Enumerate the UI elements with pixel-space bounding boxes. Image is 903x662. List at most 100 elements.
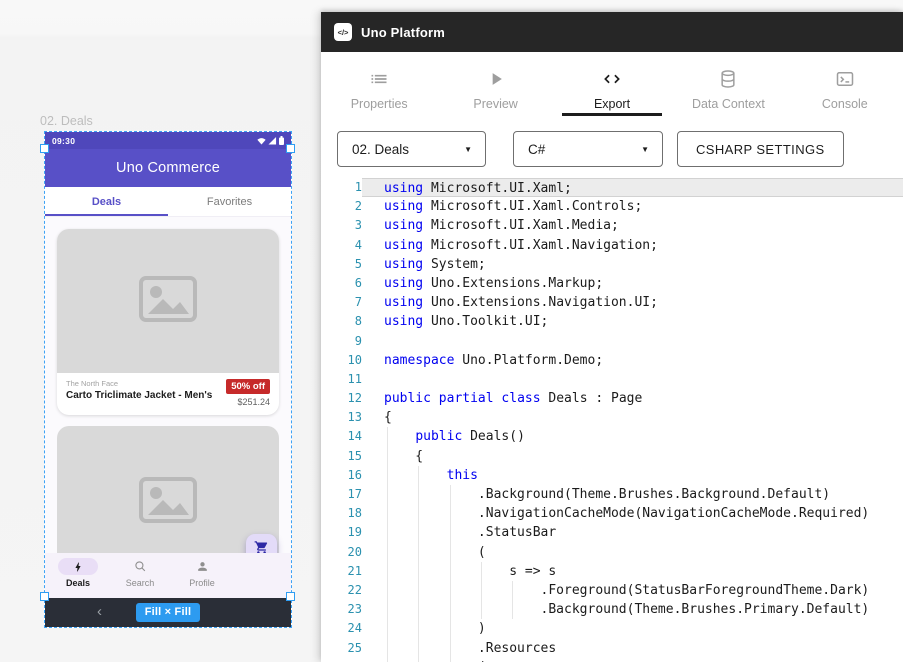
csharp-settings-button[interactable]: CSHARP SETTINGS: [677, 131, 844, 167]
search-icon: [120, 558, 160, 575]
code-text: namespace Uno.Platform.Demo;: [362, 351, 903, 370]
phone-artboard[interactable]: 09:30 Uno Commerce Deals Favorites: [44, 131, 292, 628]
indent-guide: [418, 581, 419, 600]
designer-screen: 02. Deals 09:30 Uno Commerce Deals Favor…: [0, 0, 903, 662]
code-line: 1using Microsoft.UI.Xaml;: [321, 178, 903, 197]
product-image-placeholder: [57, 229, 279, 373]
phone-status-bar: 09:30: [45, 132, 291, 149]
size-mode-button[interactable]: Fill × Fill: [136, 603, 201, 622]
code-line: 19 .StatusBar: [321, 523, 903, 542]
code-text: using Microsoft.UI.Xaml.Media;: [362, 216, 903, 235]
code-line: 22 .Foreground(StatusBarForegroundTheme.…: [321, 581, 903, 600]
code-text: [362, 370, 903, 389]
indent-guide: [450, 504, 451, 523]
status-icons: [257, 136, 284, 145]
indent-guide: [418, 600, 419, 619]
indent-guide: [450, 543, 451, 562]
line-number: 18: [321, 504, 362, 523]
app-tab-favorites[interactable]: Favorites: [168, 187, 291, 216]
indent-guide: [418, 639, 419, 658]
code-text: {: [362, 408, 903, 427]
app-bar: Uno Commerce: [45, 149, 291, 187]
indent-guide: [418, 658, 419, 662]
nav-item-deals[interactable]: Deals: [47, 553, 109, 598]
language-select-value: C#: [528, 142, 545, 157]
chevron-left-icon[interactable]: ‹: [97, 604, 102, 619]
app-bar-title: Uno Commerce: [116, 160, 220, 176]
panel-tab-properties[interactable]: Properties: [321, 52, 437, 123]
code-line: 15 {: [321, 447, 903, 466]
code-text: .StatusBar: [362, 523, 903, 542]
indent-guide: [387, 485, 388, 504]
nav-item-profile[interactable]: Profile: [171, 553, 233, 598]
code-line: 23 .Background(Theme.Brushes.Primary.Def…: [321, 600, 903, 619]
indent-guide: [418, 523, 419, 542]
code-text: using Microsoft.UI.Xaml.Controls;: [362, 197, 903, 216]
indent-guide: [418, 504, 419, 523]
indent-guide: [387, 427, 388, 446]
indent-guide: [418, 485, 419, 504]
nav-label: Deals: [66, 578, 90, 588]
line-number: 13: [321, 408, 362, 427]
code-text: using System;: [362, 255, 903, 274]
line-number: 15: [321, 447, 362, 466]
line-number: 22: [321, 581, 362, 600]
indent-guide: [387, 466, 388, 485]
indent-guide: [450, 639, 451, 658]
selection-handle-top-right[interactable]: [286, 144, 295, 153]
code-line: 16 this: [321, 466, 903, 485]
indent-guide: [450, 658, 451, 662]
line-number: 24: [321, 619, 362, 638]
code-editor[interactable]: 1using Microsoft.UI.Xaml;2using Microsof…: [321, 178, 903, 662]
bolt-icon: [58, 558, 98, 575]
line-number: 12: [321, 389, 362, 408]
code-text: .Resources: [362, 639, 903, 658]
code-text: s => s: [362, 562, 903, 581]
selection-handle-bottom-left[interactable]: [40, 592, 49, 601]
code-text: this: [362, 466, 903, 485]
bottom-nav-bar: Deals Search Profile: [45, 553, 291, 598]
selection-handle-top-left[interactable]: [40, 144, 49, 153]
indent-guide: [387, 562, 388, 581]
code-text: .Background(Theme.Brushes.Primary.Defaul…: [362, 600, 903, 619]
panel-tab-preview[interactable]: Preview: [437, 52, 553, 123]
code-line: 13{: [321, 408, 903, 427]
line-number: 2: [321, 197, 362, 216]
indent-guide: [418, 619, 419, 638]
nav-label: Search: [126, 578, 155, 588]
language-select-dropdown[interactable]: C# ▼: [513, 131, 663, 167]
indent-guide: [387, 619, 388, 638]
page-select-dropdown[interactable]: 02. Deals ▼: [337, 131, 486, 167]
selection-handle-bottom-right[interactable]: [286, 592, 295, 601]
play-icon: [486, 69, 506, 89]
list-icon: [369, 69, 389, 89]
product-card[interactable]: The North Face Carto Triclimate Jacket -…: [57, 229, 279, 415]
product-title: Carto Triclimate Jacket - Men's: [66, 390, 212, 401]
indent-guide: [481, 562, 482, 581]
nav-item-search[interactable]: Search: [109, 553, 171, 598]
product-brand: The North Face: [66, 379, 212, 388]
uno-platform-logo-icon: </>: [334, 23, 352, 41]
line-number: 21: [321, 562, 362, 581]
product-info: The North Face Carto Triclimate Jacket -…: [57, 373, 279, 415]
indent-guide: [387, 504, 388, 523]
code-line: 12public partial class Deals : Page: [321, 389, 903, 408]
line-number: 23: [321, 600, 362, 619]
panel-tab-export[interactable]: Export: [554, 52, 670, 123]
panel-tab-data-context[interactable]: Data Context: [670, 52, 786, 123]
app-tab-deals[interactable]: Deals: [45, 187, 168, 216]
indent-guide: [387, 523, 388, 542]
code-line: 11: [321, 370, 903, 389]
panel-tab-console[interactable]: Console: [787, 52, 903, 123]
panel-title: Uno Platform: [361, 25, 445, 40]
code-text: [362, 332, 903, 351]
person-icon: [182, 558, 222, 575]
code-line: 14 public Deals(): [321, 427, 903, 446]
line-number: 1: [321, 178, 362, 197]
indent-guide: [512, 581, 513, 600]
indent-guide: [450, 600, 451, 619]
code-text: using Uno.Extensions.Markup;: [362, 274, 903, 293]
code-line: 20 (: [321, 543, 903, 562]
code-line: 18 .NavigationCacheMode(NavigationCacheM…: [321, 504, 903, 523]
product-price: $251.24: [237, 397, 270, 407]
